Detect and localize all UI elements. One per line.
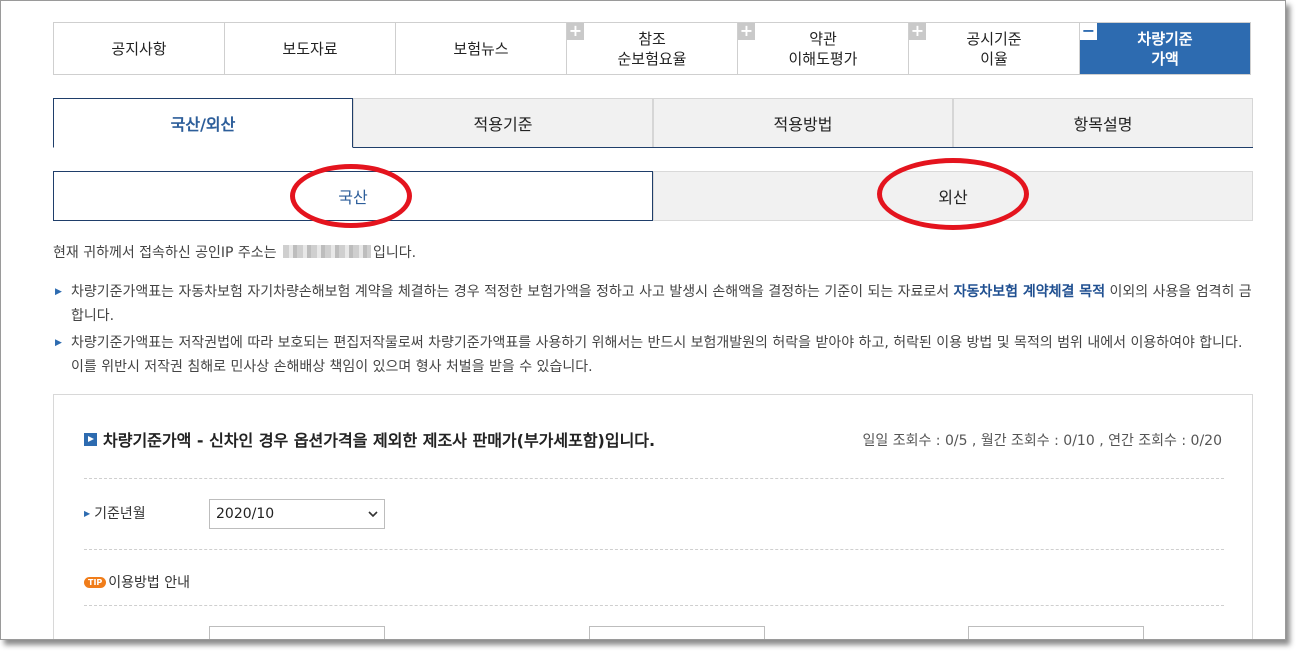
plus-icon: +	[738, 21, 755, 40]
base-month-label-text: 기준년월	[94, 506, 146, 522]
usage-guide[interactable]: TIP 이용방법 안내	[84, 572, 190, 592]
usage-notes: ▶ 차량기준가액표는 자동차보험 자기차량손해보험 계약을 체결하는 경우 적정…	[53, 280, 1253, 382]
tip-badge: TIP	[84, 577, 107, 588]
sub-tabs: 국산/외산 적용기준 적용방법 항목설명	[53, 98, 1253, 148]
top-nav-notice[interactable]: 공지사항	[54, 23, 225, 74]
top-nav-terms-eval[interactable]: + 약관 이해도평가	[738, 23, 909, 74]
note-text: 차량기준가액표는 저작권법에 따라 보호되는 편집저작물로써 차량기준가액표를 …	[71, 335, 1243, 375]
top-nav-label: 보도자료	[282, 39, 338, 58]
minus-icon: −	[1080, 21, 1097, 40]
ip-notice: 현재 귀하께서 접속하신 공인IP 주소는 입니다.	[53, 242, 416, 262]
ip-notice-after: 입니다.	[373, 245, 417, 261]
top-nav-label: 약관 이해도평가	[788, 29, 858, 68]
divider	[84, 478, 1224, 479]
query-counts: 일일 조회수 : 0/5 , 월간 조회수 : 0/10 , 연간 조회수 : …	[862, 433, 1222, 449]
base-month-label: ▶ 기준년월	[84, 503, 146, 523]
page-viewport: 공지사항 보도자료 보험뉴스 + 참조 순보험요율 + 약관 이해도평가 + 공시기준…	[0, 0, 1286, 640]
panel-title: 차량기준가액 - 신차인 경우 옵션가격을 제외한 제조사 판매가(부가세포함)…	[84, 427, 655, 451]
note-highlight: 자동차보험 계약체결 목적	[953, 284, 1106, 300]
domestic-button[interactable]: 국산	[53, 171, 653, 221]
model-field[interactable]	[589, 626, 765, 639]
chevron-down-icon	[368, 510, 378, 517]
play-square-icon	[84, 432, 97, 446]
foreign-label: 외산	[938, 188, 968, 207]
divider	[84, 605, 1224, 606]
bullet-icon: ▶	[55, 287, 62, 297]
domestic-label: 국산	[338, 188, 368, 207]
top-nav-label: 공지사항	[111, 39, 167, 58]
top-nav-press[interactable]: 보도자료	[225, 23, 396, 74]
tab-method[interactable]: 적용방법	[653, 98, 953, 147]
masked-ip-address	[283, 245, 372, 258]
top-nav: 공지사항 보도자료 보험뉴스 + 참조 순보험요율 + 약관 이해도평가 + 공시기준…	[53, 22, 1251, 75]
plus-icon: +	[567, 21, 584, 40]
top-nav-label: 보험뉴스	[453, 39, 509, 58]
usage-guide-text: 이용방법 안내	[108, 575, 191, 591]
divider	[84, 549, 1224, 550]
foreign-button[interactable]: 외산	[653, 171, 1253, 221]
ip-notice-before: 현재 귀하께서 접속하신 공인IP 주소는	[53, 245, 277, 261]
note-item: ▶ 차량기준가액표는 자동차보험 자기차량손해보험 계약을 체결하는 경우 적정…	[53, 280, 1253, 328]
screenshot-frame: 공지사항 보도자료 보험뉴스 + 참조 순보험요율 + 약관 이해도평가 + 공시기준…	[0, 0, 1298, 654]
top-nav-interest-rate[interactable]: + 공시기준 이율	[909, 23, 1080, 74]
panel-title-text: 차량기준가액 - 신차인 경우 옵션가격을 제외한 제조사 판매가(부가세포함)…	[103, 431, 656, 450]
base-month-select[interactable]: 2020/10	[209, 499, 385, 529]
bullet-icon: ▶	[55, 338, 62, 348]
top-nav-vehicle-value[interactable]: − 차량기준 가액	[1080, 23, 1250, 74]
top-nav-news[interactable]: 보험뉴스	[396, 23, 567, 74]
triangle-right-icon: ▶	[84, 509, 91, 518]
top-nav-label: 참조 순보험요율	[617, 29, 687, 68]
top-nav-pure-rate[interactable]: + 참조 순보험요율	[567, 23, 738, 74]
note-item: ▶ 차량기준가액표는 저작권법에 따라 보호되는 편집저작물로써 차량기준가액표…	[53, 331, 1253, 379]
vehicle-value-panel: 차량기준가액 - 신차인 경우 옵션가격을 제외한 제조사 판매가(부가세포함)…	[53, 394, 1253, 639]
detail-model-field[interactable]	[968, 626, 1144, 639]
note-text: 차량기준가액표는 자동차보험 자기차량손해보험 계약을 체결하는 경우 적정한 …	[71, 284, 954, 300]
plus-icon: +	[909, 21, 926, 40]
top-nav-label: 공시기준 이율	[966, 29, 1022, 68]
base-month-value: 2020/10	[216, 506, 275, 522]
tab-criteria[interactable]: 적용기준	[353, 98, 653, 147]
maker-field[interactable]	[209, 626, 385, 639]
origin-toggle: 국산 외산	[53, 171, 1253, 221]
tab-item-description[interactable]: 항목설명	[953, 98, 1253, 147]
top-nav-label: 차량기준 가액	[1137, 29, 1193, 68]
tab-domestic-foreign[interactable]: 국산/외산	[53, 98, 353, 148]
